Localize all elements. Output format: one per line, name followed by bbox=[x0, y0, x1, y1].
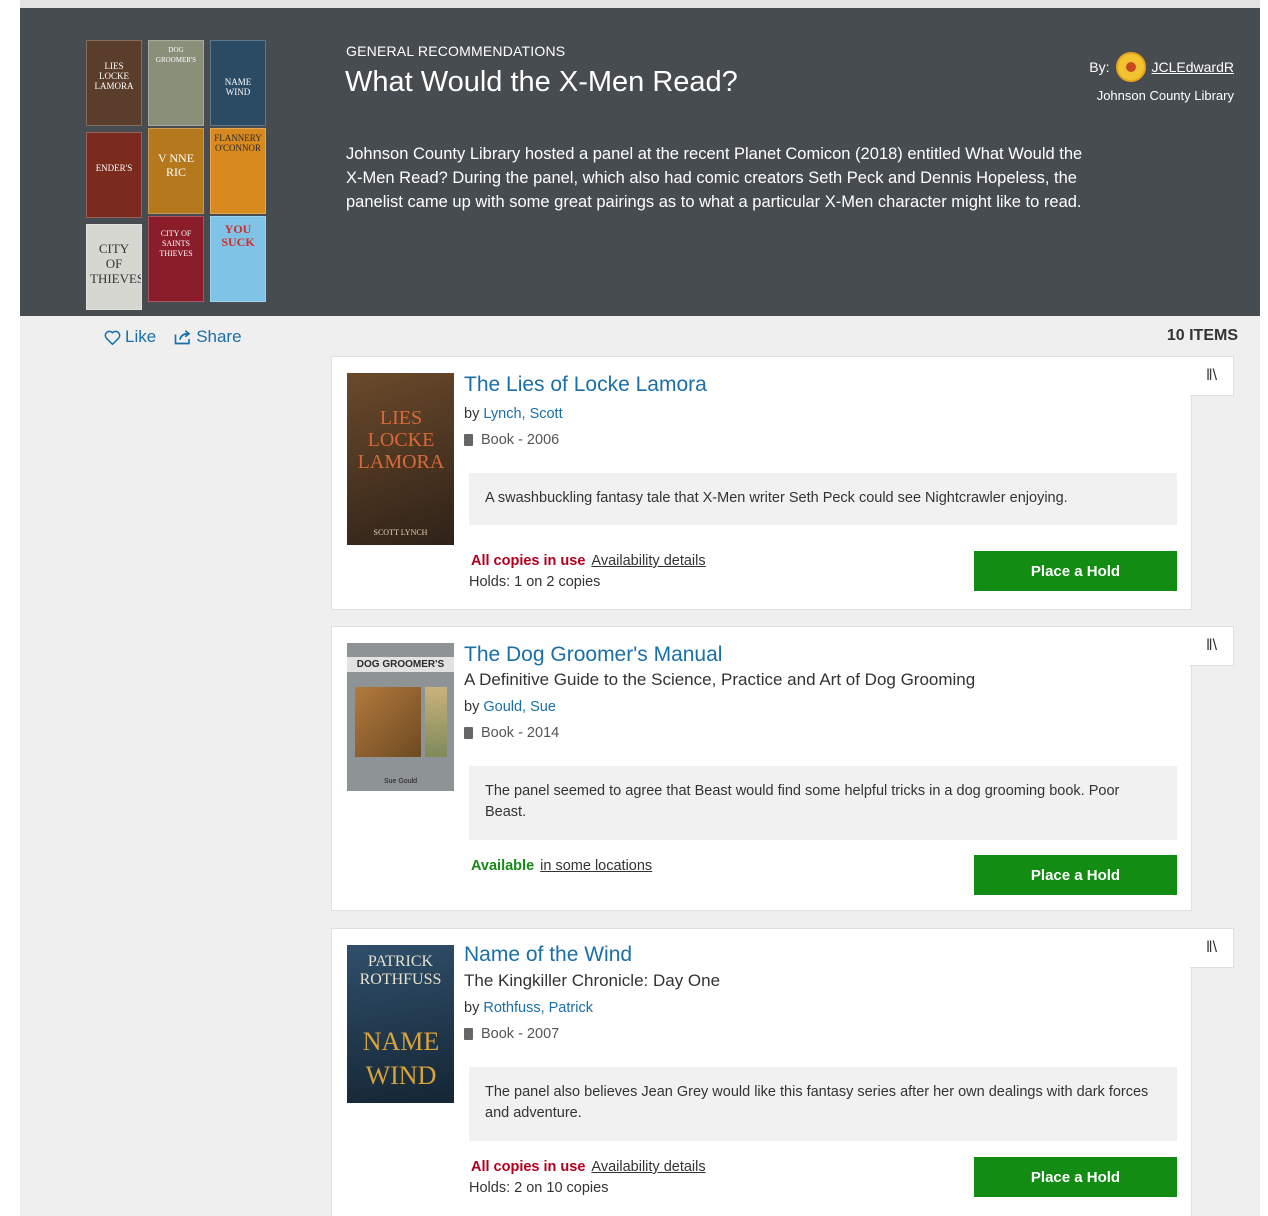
heart-icon bbox=[104, 330, 121, 345]
shelf-button[interactable]: ‖\ bbox=[1190, 928, 1234, 968]
mosaic-cover: NAME WIND bbox=[210, 40, 266, 126]
shelf-icon: ‖\ bbox=[1205, 637, 1218, 654]
cover-author: PATRICK ROTHFUSS bbox=[359, 953, 442, 988]
book-cover[interactable]: PATRICK ROTHFUSS NAME WIND bbox=[347, 945, 454, 1103]
item-format: Book - 2014 bbox=[464, 725, 559, 741]
availability-details-link[interactable]: Availability details bbox=[591, 1159, 705, 1175]
cover-title: LIES LOCKE LAMORA bbox=[357, 407, 445, 473]
mosaic-cover: ENDER'S bbox=[86, 132, 142, 218]
availability: All copies in use Availability details bbox=[471, 553, 706, 569]
format-text: Book - 2006 bbox=[481, 432, 560, 448]
place-hold-button[interactable]: Place a Hold bbox=[974, 1157, 1177, 1197]
availability: All copies in use Availability details bbox=[471, 1159, 706, 1175]
like-button[interactable]: Like bbox=[104, 327, 156, 347]
shelf-button[interactable]: ‖\ bbox=[1190, 356, 1234, 396]
cover-title: NAME WIND bbox=[362, 1027, 440, 1090]
cover-photo bbox=[425, 687, 447, 757]
page-title: What Would the X-Men Read? bbox=[345, 66, 738, 98]
mosaic-cover: V NNE RIC bbox=[148, 128, 204, 214]
shelf-icon: ‖\ bbox=[1205, 939, 1218, 956]
cover-author: SCOTT LYNCH bbox=[373, 528, 428, 537]
item-author: by Lynch, Scott bbox=[464, 406, 563, 422]
item-note: The panel also believes Jean Grey would … bbox=[469, 1067, 1177, 1141]
cover-author: Sue Gould bbox=[383, 778, 418, 785]
book-icon bbox=[464, 727, 473, 739]
by-text: by bbox=[464, 1000, 480, 1016]
item-title-link[interactable]: The Dog Groomer's Manual bbox=[464, 643, 722, 667]
book-cover[interactable]: DOG GROOMER'S Sue Gould bbox=[347, 643, 454, 791]
list-item: DOG GROOMER'S Sue Gould The Dog Groomer'… bbox=[331, 626, 1192, 911]
cover-title: DOG GROOMER'S bbox=[347, 657, 454, 672]
items-count: 10 ITEMS bbox=[1166, 327, 1238, 344]
mosaic-cover: CITY OF THIEVES bbox=[86, 224, 142, 310]
place-hold-button[interactable]: Place a Hold bbox=[974, 551, 1177, 591]
status-text: All copies in use bbox=[471, 1159, 586, 1175]
item-subtitle: A Definitive Guide to the Science, Pract… bbox=[464, 670, 976, 689]
place-hold-button[interactable]: Place a Hold bbox=[974, 855, 1177, 895]
cover-photo bbox=[355, 687, 421, 757]
item-note: The panel seemed to agree that Beast wou… bbox=[469, 766, 1177, 840]
mosaic-cover: YOU SUCK bbox=[210, 216, 266, 302]
status-text: Available bbox=[471, 858, 535, 874]
mosaic-cover: LIES LOCKE LAMORA bbox=[86, 40, 142, 126]
item-note: A swashbuckling fantasy tale that X-Men … bbox=[469, 473, 1177, 525]
availability-details-link[interactable]: in some locations bbox=[540, 858, 652, 874]
status-text: All copies in use bbox=[471, 553, 586, 569]
by-text: by bbox=[464, 699, 480, 715]
item-subtitle: The Kingkiller Chronicle: Day One bbox=[464, 971, 721, 990]
shelf-button[interactable]: ‖\ bbox=[1190, 626, 1234, 666]
list-header: LIES LOCKE LAMORA DOG GROOMER'S NAME WIN… bbox=[20, 8, 1260, 316]
item-author: by Rothfuss, Patrick bbox=[464, 1000, 593, 1016]
author-link[interactable]: Lynch, Scott bbox=[483, 406, 562, 422]
item-title-link[interactable]: The Lies of Locke Lamora bbox=[464, 373, 707, 397]
mosaic-cover: CITY OF SAINTS THIEVES bbox=[148, 216, 204, 302]
like-label: Like bbox=[125, 327, 157, 346]
list-author-block: By: JCLEdwardR Johnson County Library bbox=[1089, 52, 1234, 103]
item-format: Book - 2006 bbox=[464, 432, 559, 448]
shelf-icon: ‖\ bbox=[1205, 367, 1218, 384]
book-icon bbox=[464, 1028, 473, 1040]
list-description: Johnson County Library hosted a panel at… bbox=[346, 145, 1083, 211]
share-button[interactable]: Share bbox=[174, 327, 242, 347]
by-label: By: bbox=[1089, 59, 1110, 75]
list-item: PATRICK ROTHFUSS NAME WIND Name of the W… bbox=[331, 928, 1192, 1216]
list-item: LIES LOCKE LAMORA SCOTT LYNCH The Lies o… bbox=[331, 356, 1192, 610]
holds-count: Holds: 1 on 2 copies bbox=[469, 574, 601, 590]
book-icon bbox=[464, 434, 473, 446]
cover-mosaic: LIES LOCKE LAMORA DOG GROOMER'S NAME WIN… bbox=[86, 40, 266, 310]
author-link[interactable]: Gould, Sue bbox=[483, 699, 556, 715]
availability: Available in some locations bbox=[471, 858, 652, 874]
holds-count: Holds: 2 on 10 copies bbox=[469, 1180, 609, 1196]
mosaic-cover: DOG GROOMER'S bbox=[148, 40, 204, 126]
author-link[interactable]: Rothfuss, Patrick bbox=[483, 1000, 593, 1016]
item-title-link[interactable]: Name of the Wind bbox=[464, 943, 632, 967]
availability-details-link[interactable]: Availability details bbox=[591, 553, 705, 569]
mosaic-cover: FLANNERY O'CONNOR bbox=[210, 128, 266, 214]
item-format: Book - 2007 bbox=[464, 1026, 559, 1042]
list-category: GENERAL RECOMMENDATIONS bbox=[346, 43, 566, 59]
by-text: by bbox=[464, 406, 480, 422]
book-cover[interactable]: LIES LOCKE LAMORA SCOTT LYNCH bbox=[347, 373, 454, 545]
format-text: Book - 2014 bbox=[481, 725, 560, 741]
author-username-link[interactable]: JCLEdwardR bbox=[1152, 59, 1234, 75]
format-text: Book - 2007 bbox=[481, 1026, 560, 1042]
list-actions: Like Share bbox=[104, 327, 242, 347]
item-author: by Gould, Sue bbox=[464, 699, 556, 715]
share-icon bbox=[174, 329, 191, 344]
share-label: Share bbox=[196, 327, 242, 346]
author-organization: Johnson County Library bbox=[1096, 88, 1234, 103]
avatar[interactable] bbox=[1115, 52, 1146, 82]
